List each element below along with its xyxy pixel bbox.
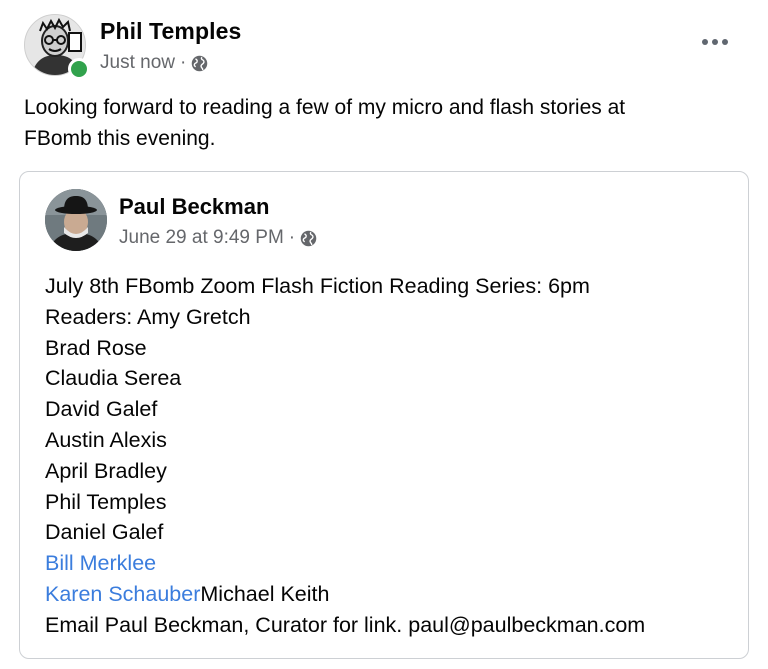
shared-post-card[interactable]: Paul Beckman June 29 at 9:49 PM · July 8… bbox=[19, 171, 749, 659]
more-options-icon bbox=[702, 39, 708, 45]
shared-post-line-karen: Karen SchauberMichael Keith bbox=[45, 579, 735, 610]
post-header: Phil Temples Just now · bbox=[24, 14, 744, 80]
globe-icon[interactable] bbox=[300, 230, 317, 247]
meta-separator: · bbox=[179, 52, 187, 73]
shared-post-author-name[interactable]: Paul Beckman bbox=[119, 194, 269, 220]
shared-post-line: Phil Temples bbox=[45, 489, 167, 514]
shared-post-body: July 8th FBomb Zoom Flash Fiction Readin… bbox=[45, 271, 735, 641]
profile-link-bill-merklee[interactable]: Bill Merklee bbox=[45, 551, 156, 575]
shared-post-text-michael-keith: Michael Keith bbox=[200, 581, 330, 606]
shared-author-avatar[interactable] bbox=[45, 189, 107, 251]
meta-separator: · bbox=[288, 227, 296, 248]
shared-post-line: Austin Alexis bbox=[45, 427, 167, 452]
post-meta: Just now · bbox=[100, 52, 208, 74]
more-options-button[interactable] bbox=[697, 28, 733, 56]
profile-link-karen-schauber[interactable]: Karen Schauber bbox=[45, 582, 200, 606]
shared-post-line: Claudia Serea bbox=[45, 366, 182, 391]
shared-post-line: David Galef bbox=[45, 397, 158, 422]
shared-post-line: Readers: Amy Gretch bbox=[45, 304, 251, 329]
shared-post-email-line: Email Paul Beckman, Curator for link. pa… bbox=[45, 612, 646, 637]
shared-post-line-bill: Bill Merklee bbox=[45, 548, 735, 579]
shared-post-timestamp[interactable]: June 29 at 9:49 PM bbox=[119, 227, 284, 249]
shared-post-meta: June 29 at 9:49 PM · bbox=[119, 227, 317, 249]
post-timestamp[interactable]: Just now bbox=[100, 52, 175, 74]
shared-post-line: July 8th FBomb Zoom Flash Fiction Readin… bbox=[45, 274, 590, 298]
online-status-indicator bbox=[68, 58, 90, 80]
post-author-name[interactable]: Phil Temples bbox=[100, 18, 241, 45]
shared-post-line: Brad Rose bbox=[45, 335, 147, 360]
shared-author-avatar-image bbox=[45, 189, 107, 251]
globe-icon[interactable] bbox=[191, 55, 208, 72]
shared-post-line: April Bradley bbox=[45, 458, 167, 483]
post-text: Looking forward to reading a few of my m… bbox=[24, 96, 626, 150]
shared-post-line: Daniel Galef bbox=[45, 520, 164, 545]
